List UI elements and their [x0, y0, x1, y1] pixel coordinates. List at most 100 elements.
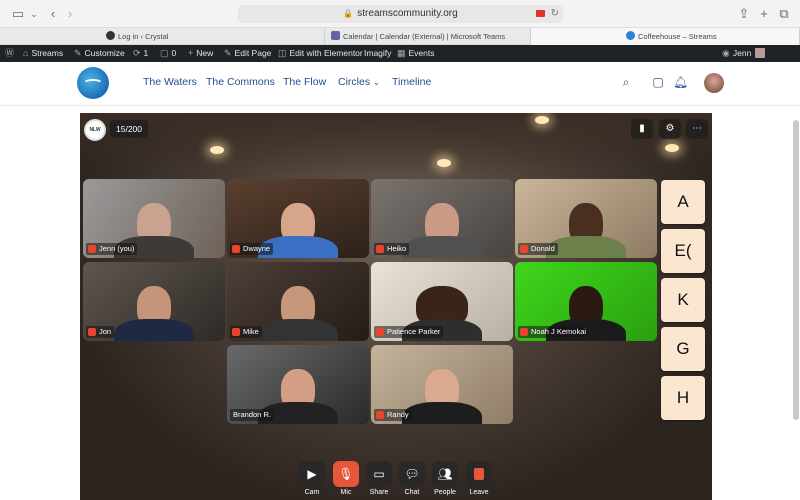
avatar	[755, 48, 766, 58]
brush-icon: ✎	[74, 48, 82, 58]
chat-button[interactable]: 💬︎ Chat	[398, 461, 426, 496]
tab-crystal-login[interactable]: Log in ‹ Crystal	[100, 28, 325, 45]
participant-tile-noah[interactable]: Noah J Kemokai	[515, 262, 657, 341]
pencil-icon: ✎	[224, 48, 232, 58]
chat-icon: 💬︎	[399, 461, 425, 487]
site-header: The Waters The Commons The Flow Circles …	[0, 62, 800, 106]
nav-circles[interactable]: Circles ⌄	[338, 76, 380, 88]
scrollbar[interactable]	[793, 106, 799, 500]
tab-teams-calendar[interactable]: Calendar | Calendar (External) | Microso…	[325, 28, 531, 45]
nav-the-flow[interactable]: The Flow	[283, 76, 326, 88]
lock-icon: 🔒	[343, 9, 354, 18]
tab-coffeehouse[interactable]: Coffeehouse – Streams	[531, 28, 800, 45]
participant-name: Heiko	[374, 243, 410, 255]
wp-updates[interactable]: ⟳ 1	[133, 45, 148, 62]
calendar-icon: ▦	[397, 48, 406, 58]
cam-button[interactable]: ▶ Cam	[298, 461, 326, 496]
plus-icon: +	[188, 48, 194, 58]
gear-icon[interactable]: ⚙	[659, 119, 681, 139]
wp-comments[interactable]: ▢ 0	[160, 45, 176, 62]
letter-tile-e[interactable]: E(	[661, 229, 705, 273]
chevron-down-icon: ⌄	[373, 78, 380, 87]
mic-off-icon	[520, 245, 528, 253]
people-button[interactable]: 👥︎ People	[431, 461, 459, 496]
participant-tile-dwayne[interactable]: Dwayne	[227, 179, 369, 258]
tab-bar: Log in ‹ Crystal Calendar | Calendar (Ex…	[0, 28, 800, 45]
nav-the-commons[interactable]: The Commons	[206, 76, 275, 88]
participant-tile-jon[interactable]: Jon	[83, 262, 225, 341]
teams-icon	[331, 31, 340, 40]
new-tab-icon[interactable]: +	[756, 6, 772, 22]
mic-button[interactable]: 🎙︎ Mic	[332, 461, 360, 496]
home-icon: ⌂	[23, 48, 29, 58]
letter-tile-h[interactable]: H	[661, 376, 705, 420]
participant-name: Dwayne	[230, 243, 274, 255]
letter-tile-k[interactable]: K	[661, 278, 705, 322]
comment-icon: ▢	[160, 48, 169, 58]
reload-icon[interactable]: ↻	[551, 5, 559, 23]
address-bar[interactable]: 🔒 streamscommunity.org ↻	[238, 5, 563, 23]
wp-edit-elementor[interactable]: ◫ Edit with Elementor	[278, 45, 363, 62]
wp-imagify[interactable]: Imagify	[364, 45, 391, 62]
site-logo[interactable]	[77, 67, 109, 99]
sidebar-toggle-icon[interactable]: ▭	[10, 6, 26, 22]
wp-admin-bar: Ⓦ ⌂ Streams ✎ Customize ⟳ 1 ▢ 0 + New ✎ Edit P…	[0, 45, 800, 62]
leave-button[interactable]: Leave	[465, 461, 493, 496]
wp-new[interactable]: + New	[188, 45, 213, 62]
github-icon	[106, 31, 115, 40]
nav-the-waters[interactable]: The Waters	[143, 76, 197, 88]
wp-events[interactable]: ▦ Events	[397, 45, 435, 62]
forward-icon[interactable]: ›	[62, 6, 78, 22]
participant-tile-mike[interactable]: Mike	[227, 262, 369, 341]
camera-in-use-icon[interactable]	[536, 10, 545, 17]
mic-off-icon	[520, 328, 528, 336]
share-button[interactable]: ▭ Share	[365, 461, 393, 496]
participant-tile-randy[interactable]: Randy	[371, 345, 513, 424]
mic-off-icon	[376, 245, 384, 253]
participant-tile-patience[interactable]: Patience Parker	[371, 262, 513, 341]
stats-icon[interactable]: ▮	[631, 119, 653, 139]
participant-name: Patience Parker	[374, 326, 444, 338]
people-icon: 👥︎	[432, 461, 458, 487]
mic-off-icon	[88, 245, 96, 253]
scrollbar-thumb[interactable]	[793, 120, 799, 420]
elementor-icon: ◫	[278, 48, 287, 58]
participant-name: Mike	[230, 326, 262, 338]
participant-tile-brandon[interactable]: Brandon R.	[227, 345, 369, 424]
participant-name: Brandon R.	[230, 409, 274, 421]
participant-tile-jenn[interactable]: Jenn (you)	[83, 179, 225, 258]
more-icon[interactable]: ⋯	[686, 119, 708, 139]
participant-name: Jenn (you)	[86, 243, 138, 255]
participant-tile-donald[interactable]: Donald	[515, 179, 657, 258]
share-icon[interactable]: ⇪	[736, 6, 752, 22]
url-text: streamscommunity.org	[357, 8, 458, 19]
browser-toolbar: ▭ ⌄ ‹ › 🔒 streamscommunity.org ↻ ⇪ + ⧉	[0, 0, 800, 28]
nav-timeline[interactable]: Timeline	[392, 76, 431, 88]
participant-name: Jon	[86, 326, 115, 338]
bell-icon[interactable]: 🔔︎	[673, 75, 688, 89]
wordpress-logo-icon[interactable]: Ⓦ	[5, 45, 17, 62]
page-right-margin	[712, 106, 800, 500]
wp-user-menu[interactable]: ◉ Jenn	[722, 45, 766, 62]
chevron-down-icon[interactable]: ⌄	[26, 6, 42, 22]
user-avatar[interactable]	[704, 73, 724, 93]
wp-site-name[interactable]: ⌂ Streams	[23, 45, 63, 62]
mic-off-icon	[376, 328, 384, 336]
mic-off-icon	[376, 411, 384, 419]
mic-off-icon: 🎙︎	[333, 461, 359, 487]
back-icon[interactable]: ‹	[45, 6, 61, 22]
tab-overview-icon[interactable]: ⧉	[776, 6, 792, 22]
letter-tile-a[interactable]: A	[661, 180, 705, 224]
wp-edit-page[interactable]: ✎ Edit Page	[224, 45, 271, 62]
wp-customize[interactable]: ✎ Customize	[74, 45, 125, 62]
participant-tile-heiko[interactable]: Heiko	[371, 179, 513, 258]
updates-icon: ⟳	[133, 48, 141, 58]
inbox-icon[interactable]: ▢	[651, 75, 665, 89]
meeting-logo: NLW	[84, 119, 106, 141]
search-icon[interactable]: ⌕	[619, 75, 633, 89]
participant-name: Randy	[374, 409, 412, 421]
letter-tile-g[interactable]: G	[661, 327, 705, 371]
mic-off-icon	[232, 328, 240, 336]
streams-favicon-icon	[626, 31, 635, 40]
leave-icon	[466, 461, 492, 487]
